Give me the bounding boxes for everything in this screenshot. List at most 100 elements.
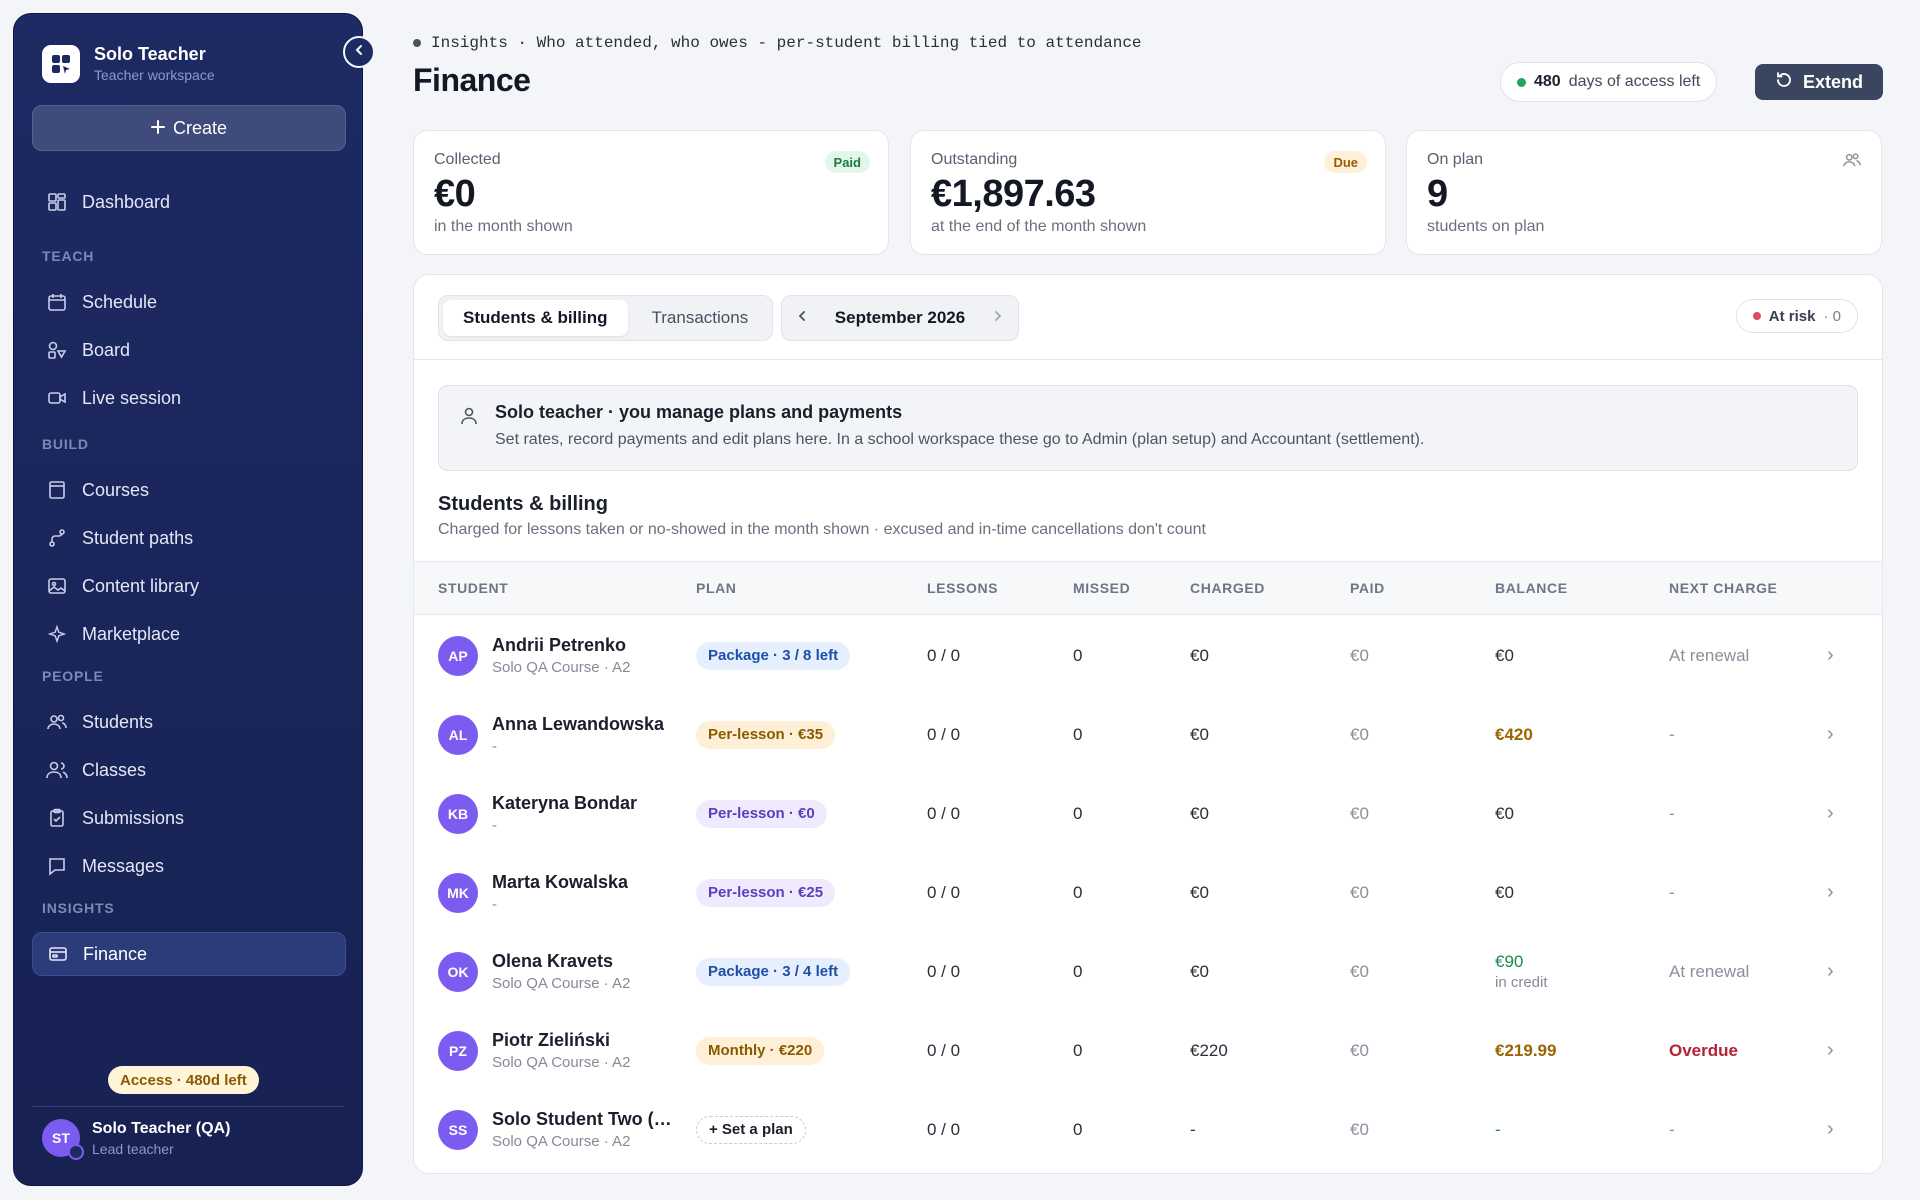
sidebar-item-finance[interactable]: Finance [32, 932, 346, 976]
collapse-sidebar-button[interactable] [343, 36, 375, 68]
column-header-plan[interactable]: PLAN [696, 580, 737, 596]
student-cell: AL Anna Lewandowska - [438, 695, 664, 774]
plan-cell: + Set a plan [696, 1090, 806, 1169]
sidebar-item-board[interactable]: Board [32, 328, 346, 372]
user-menu[interactable]: ST Solo Teacher (QA) Lead teacher [42, 1119, 230, 1160]
table-row[interactable]: AL Anna Lewandowska - Per-lesson · €35 0… [414, 695, 1882, 774]
chevron-right-icon[interactable]: › [1827, 1011, 1834, 1090]
column-header-lessons[interactable]: LESSONS [927, 580, 998, 596]
column-header-next-charge[interactable]: NEXT CHARGE [1669, 580, 1778, 596]
plan-badge[interactable]: Monthly · €220 [696, 1036, 825, 1065]
plan-badge[interactable]: Per-lesson · €0 [696, 799, 827, 828]
avatar: AL [438, 714, 478, 755]
extend-label: Extend [1802, 71, 1863, 92]
plan-badge[interactable]: Per-lesson · €35 [696, 720, 836, 749]
column-header-balance[interactable]: BALANCE [1495, 580, 1568, 596]
column-header-charged[interactable]: CHARGED [1190, 580, 1265, 596]
balance-cell: - [1495, 1119, 1501, 1139]
breadcrumb: Insights · Who attended, who owes - per-… [413, 34, 1142, 52]
table-row[interactable]: PZ Piotr Zieliński Solo QA Course · A2 M… [414, 1011, 1882, 1090]
access-pill[interactable]: Access · 480d left [108, 1066, 259, 1094]
chevron-right-icon[interactable]: › [1827, 932, 1834, 1011]
charged-cell: €220 [1190, 1040, 1228, 1060]
student-cell: PZ Piotr Zieliński Solo QA Course · A2 [438, 1011, 630, 1090]
nav-people: PEOPLE Students Classes Submissions Mess… [32, 668, 346, 892]
chevron-right-icon[interactable] [992, 309, 1004, 327]
chevron-left-icon[interactable] [796, 309, 808, 327]
set-plan-button[interactable]: + Set a plan [696, 1115, 806, 1144]
next-charge-cell: - [1669, 1119, 1675, 1139]
sidebar-item-marketplace[interactable]: Marketplace [32, 612, 346, 656]
chevron-right-icon[interactable]: › [1827, 853, 1834, 932]
sidebar-item-student-paths[interactable]: Student paths [32, 516, 346, 560]
brand[interactable]: Solo Teacher Teacher workspace [42, 44, 215, 83]
create-button[interactable]: Create [32, 105, 346, 151]
table-row[interactable]: KB Kateryna Bondar - Per-lesson · €0 0 /… [414, 774, 1882, 853]
message-icon [46, 855, 68, 877]
table-row[interactable]: MK Marta Kowalska - Per-lesson · €25 0 /… [414, 853, 1882, 932]
column-header-student[interactable]: STUDENT [438, 580, 508, 596]
plan-badge[interactable]: Package · 3 / 8 left [696, 641, 851, 670]
sidebar-item-courses[interactable]: Courses [32, 468, 346, 512]
tab-bar: Students & billing Transactions [438, 295, 774, 341]
student-cell: KB Kateryna Bondar - [438, 774, 637, 853]
refresh-icon [1775, 71, 1793, 94]
sidebar-item-dashboard[interactable]: Dashboard [32, 180, 346, 224]
sidebar-item-classes[interactable]: Classes [32, 748, 346, 792]
chevron-right-icon[interactable]: › [1827, 616, 1834, 695]
avatar: PZ [438, 1030, 478, 1071]
paid-cell: €0 [1350, 724, 1369, 744]
extend-button[interactable]: Extend [1755, 64, 1883, 100]
month-label: September 2026 [834, 308, 966, 327]
next-charge-cell: - [1669, 803, 1675, 823]
chevron-right-icon[interactable]: › [1827, 1090, 1834, 1169]
table-row[interactable]: AP Andrii Petrenko Solo QA Course · A2 P… [414, 616, 1882, 695]
avatar: AP [438, 635, 478, 676]
tab-students-billing[interactable]: Students & billing [443, 300, 628, 336]
missed-cell: 0 [1073, 1119, 1083, 1139]
column-header-paid[interactable]: PAID [1350, 580, 1385, 596]
sidebar-item-schedule[interactable]: Schedule [32, 280, 346, 324]
student-course: Solo QA Course · A2 [492, 975, 631, 992]
student-cell: OK Olena Kravets Solo QA Course · A2 [438, 932, 630, 1011]
chevron-right-icon[interactable]: › [1827, 695, 1834, 774]
tab-transactions[interactable]: Transactions [632, 300, 769, 336]
charged-cell: - [1190, 1119, 1196, 1139]
sidebar-item-submissions[interactable]: Submissions [32, 796, 346, 840]
section-title: Students & billing [438, 493, 608, 515]
student-cell: SS Solo Student Two (QA) Solo QA Course … [438, 1090, 682, 1169]
access-days-pill: 480 days of access left [1500, 62, 1718, 102]
paid-cell: €0 [1350, 1040, 1369, 1060]
plan-badge[interactable]: Per-lesson · €25 [696, 878, 836, 907]
brand-logo-icon [42, 44, 80, 83]
column-header-missed[interactable]: MISSED [1073, 580, 1130, 596]
sidebar-item-content-library[interactable]: Content library [32, 564, 346, 608]
sidebar-item-students[interactable]: Students [32, 700, 346, 744]
charged-cell: €0 [1190, 645, 1209, 665]
sidebar-item-label: Students [82, 711, 154, 732]
missed-cell: 0 [1073, 803, 1083, 823]
breadcrumb-text: Insights · Who attended, who owes - per-… [431, 34, 1142, 52]
missed-cell: 0 [1073, 882, 1083, 902]
plan-badge[interactable]: Package · 3 / 4 left [696, 957, 851, 986]
student-name: Kateryna Bondar [492, 793, 638, 813]
balance-cell: €90 in credit [1495, 932, 1548, 1011]
nav-insights: INSIGHTS Finance [32, 900, 346, 980]
plan-cell: Per-lesson · €0 [696, 774, 827, 853]
days-count: 480 [1534, 73, 1561, 90]
paid-cell: €0 [1350, 961, 1369, 981]
table-row[interactable]: SS Solo Student Two (QA) Solo QA Course … [414, 1090, 1882, 1169]
table-row[interactable]: OK Olena Kravets Solo QA Course · A2 Pac… [414, 932, 1882, 1011]
days-label: days of access left [1568, 73, 1701, 90]
role-badge-icon [68, 1144, 84, 1160]
sidebar-item-live-session[interactable]: Live session [32, 376, 346, 420]
plus-icon [150, 118, 165, 139]
sidebar-item-messages[interactable]: Messages [32, 844, 346, 888]
balance-cell: €0 [1495, 803, 1514, 823]
stat-card-collected: Collected €0 in the month shown Paid [413, 130, 889, 255]
lessons-cell: 0 / 0 [927, 1119, 961, 1139]
charged-cell: €0 [1190, 882, 1209, 902]
student-name: Piotr Zieliński [492, 1030, 611, 1050]
chevron-right-icon[interactable]: › [1827, 774, 1834, 853]
at-risk-filter[interactable]: At risk · 0 [1735, 299, 1858, 333]
